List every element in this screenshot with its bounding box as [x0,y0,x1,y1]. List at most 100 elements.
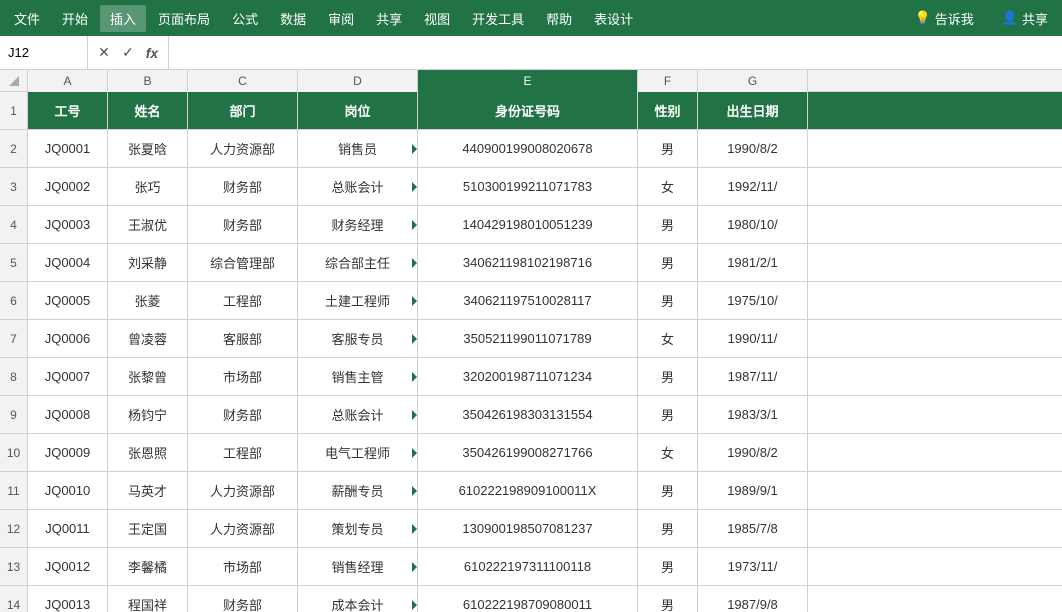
data-cell[interactable]: 人力资源部 [188,130,298,167]
formula-input[interactable] [169,36,1062,69]
data-cell[interactable]: 1990/8/2 [698,434,808,471]
data-cell[interactable]: 财务部 [188,168,298,205]
data-cell[interactable]: 1973/11/ [698,548,808,585]
data-cell[interactable]: 财务部 [188,206,298,243]
data-cell[interactable]: 杨钧宁 [108,396,188,433]
data-cell[interactable]: 销售主管 [298,358,418,395]
row-number[interactable]: 7 [0,320,28,357]
header-cell[interactable]: 工号 [28,92,108,129]
col-header-d[interactable]: D [298,70,418,92]
row-number[interactable]: 10 [0,434,28,471]
data-cell[interactable]: 女 [638,168,698,205]
data-cell[interactable]: 1987/9/8 [698,586,808,612]
data-cell[interactable]: 1992/11/ [698,168,808,205]
data-cell[interactable]: 综合部主任 [298,244,418,281]
data-cell[interactable]: 1989/9/1 [698,472,808,509]
data-cell[interactable]: JQ0009 [28,434,108,471]
data-cell[interactable]: JQ0013 [28,586,108,612]
data-cell[interactable]: 1987/11/ [698,358,808,395]
data-cell[interactable]: 财务部 [188,396,298,433]
col-header-b[interactable]: B [108,70,188,92]
col-header-a[interactable]: A [28,70,108,92]
row-number[interactable]: 2 [0,130,28,167]
data-cell[interactable]: 1981/2/1 [698,244,808,281]
data-cell[interactable]: 张黎曾 [108,358,188,395]
data-cell[interactable]: 130900198507081237 [418,510,638,547]
share-button[interactable]: 👤 共享 [992,5,1058,32]
data-cell[interactable]: 马英才 [108,472,188,509]
menu-data[interactable]: 数据 [270,5,316,32]
data-cell[interactable]: 1985/7/8 [698,510,808,547]
data-cell[interactable]: 客服部 [188,320,298,357]
col-header-e[interactable]: E [418,70,638,92]
menu-insert[interactable]: 插入 [100,5,146,32]
data-cell[interactable]: 男 [638,206,698,243]
data-cell[interactable]: 男 [638,396,698,433]
data-cell[interactable]: 薪酬专员 [298,472,418,509]
data-cell[interactable]: 总账会计 [298,396,418,433]
data-cell[interactable]: 张恩照 [108,434,188,471]
data-cell[interactable]: JQ0006 [28,320,108,357]
data-cell[interactable]: 综合管理部 [188,244,298,281]
row-number[interactable]: 1 [0,92,28,129]
menu-view[interactable]: 视图 [414,5,460,32]
data-cell[interactable]: 李馨橘 [108,548,188,585]
menu-file[interactable]: 文件 [4,5,50,32]
menu-page-layout[interactable]: 页面布局 [148,5,220,32]
data-cell[interactable]: 策划专员 [298,510,418,547]
data-cell[interactable]: 电气工程师 [298,434,418,471]
menu-developer[interactable]: 开发工具 [462,5,534,32]
cell-reference-box[interactable]: J12 [0,36,88,69]
data-cell[interactable]: 350426199008271766 [418,434,638,471]
data-cell[interactable]: 610222197311100118 [418,548,638,585]
menu-share-menu[interactable]: 共享 [366,5,412,32]
data-cell[interactable]: 1983/3/1 [698,396,808,433]
cancel-formula-button[interactable]: ✕ [94,43,114,63]
data-cell[interactable]: 610222198909100011X [418,472,638,509]
data-cell[interactable]: 人力资源部 [188,472,298,509]
data-cell[interactable]: 440900199008020678 [418,130,638,167]
data-cell[interactable]: 340621198102198716 [418,244,638,281]
data-cell[interactable]: JQ0010 [28,472,108,509]
data-cell[interactable]: JQ0012 [28,548,108,585]
data-cell[interactable]: 人力资源部 [188,510,298,547]
row-number[interactable]: 14 [0,586,28,612]
data-cell[interactable]: 工程部 [188,282,298,319]
data-cell[interactable]: 程国祥 [108,586,188,612]
insert-function-button[interactable]: fx [142,43,162,63]
header-cell[interactable]: 出生日期 [698,92,808,129]
col-header-f[interactable]: F [638,70,698,92]
data-cell[interactable]: 市场部 [188,358,298,395]
data-cell[interactable]: 总账会计 [298,168,418,205]
header-cell[interactable]: 部门 [188,92,298,129]
data-cell[interactable]: 财务经理 [298,206,418,243]
data-cell[interactable]: JQ0005 [28,282,108,319]
data-cell[interactable]: JQ0011 [28,510,108,547]
data-cell[interactable]: JQ0001 [28,130,108,167]
data-cell[interactable]: JQ0004 [28,244,108,281]
data-cell[interactable]: 成本会计 [298,586,418,612]
row-number[interactable]: 3 [0,168,28,205]
data-cell[interactable]: 男 [638,282,698,319]
data-cell[interactable]: 张菱 [108,282,188,319]
header-cell[interactable]: 岗位 [298,92,418,129]
data-cell[interactable]: 王定国 [108,510,188,547]
data-cell[interactable]: 财务部 [188,586,298,612]
confirm-formula-button[interactable]: ✓ [118,43,138,63]
data-cell[interactable]: 市场部 [188,548,298,585]
row-number[interactable]: 6 [0,282,28,319]
data-cell[interactable]: 王淑优 [108,206,188,243]
data-cell[interactable]: 男 [638,130,698,167]
menu-home[interactable]: 开始 [52,5,98,32]
data-cell[interactable]: 男 [638,358,698,395]
row-number[interactable]: 12 [0,510,28,547]
data-cell[interactable]: 张夏晗 [108,130,188,167]
row-number[interactable]: 9 [0,396,28,433]
tell-me-button[interactable]: 💡 告诉我 [905,5,984,32]
menu-help[interactable]: 帮助 [536,5,582,32]
data-cell[interactable]: 女 [638,320,698,357]
menu-review[interactable]: 审阅 [318,5,364,32]
data-cell[interactable]: 男 [638,510,698,547]
row-number[interactable]: 13 [0,548,28,585]
data-cell[interactable]: 1980/10/ [698,206,808,243]
